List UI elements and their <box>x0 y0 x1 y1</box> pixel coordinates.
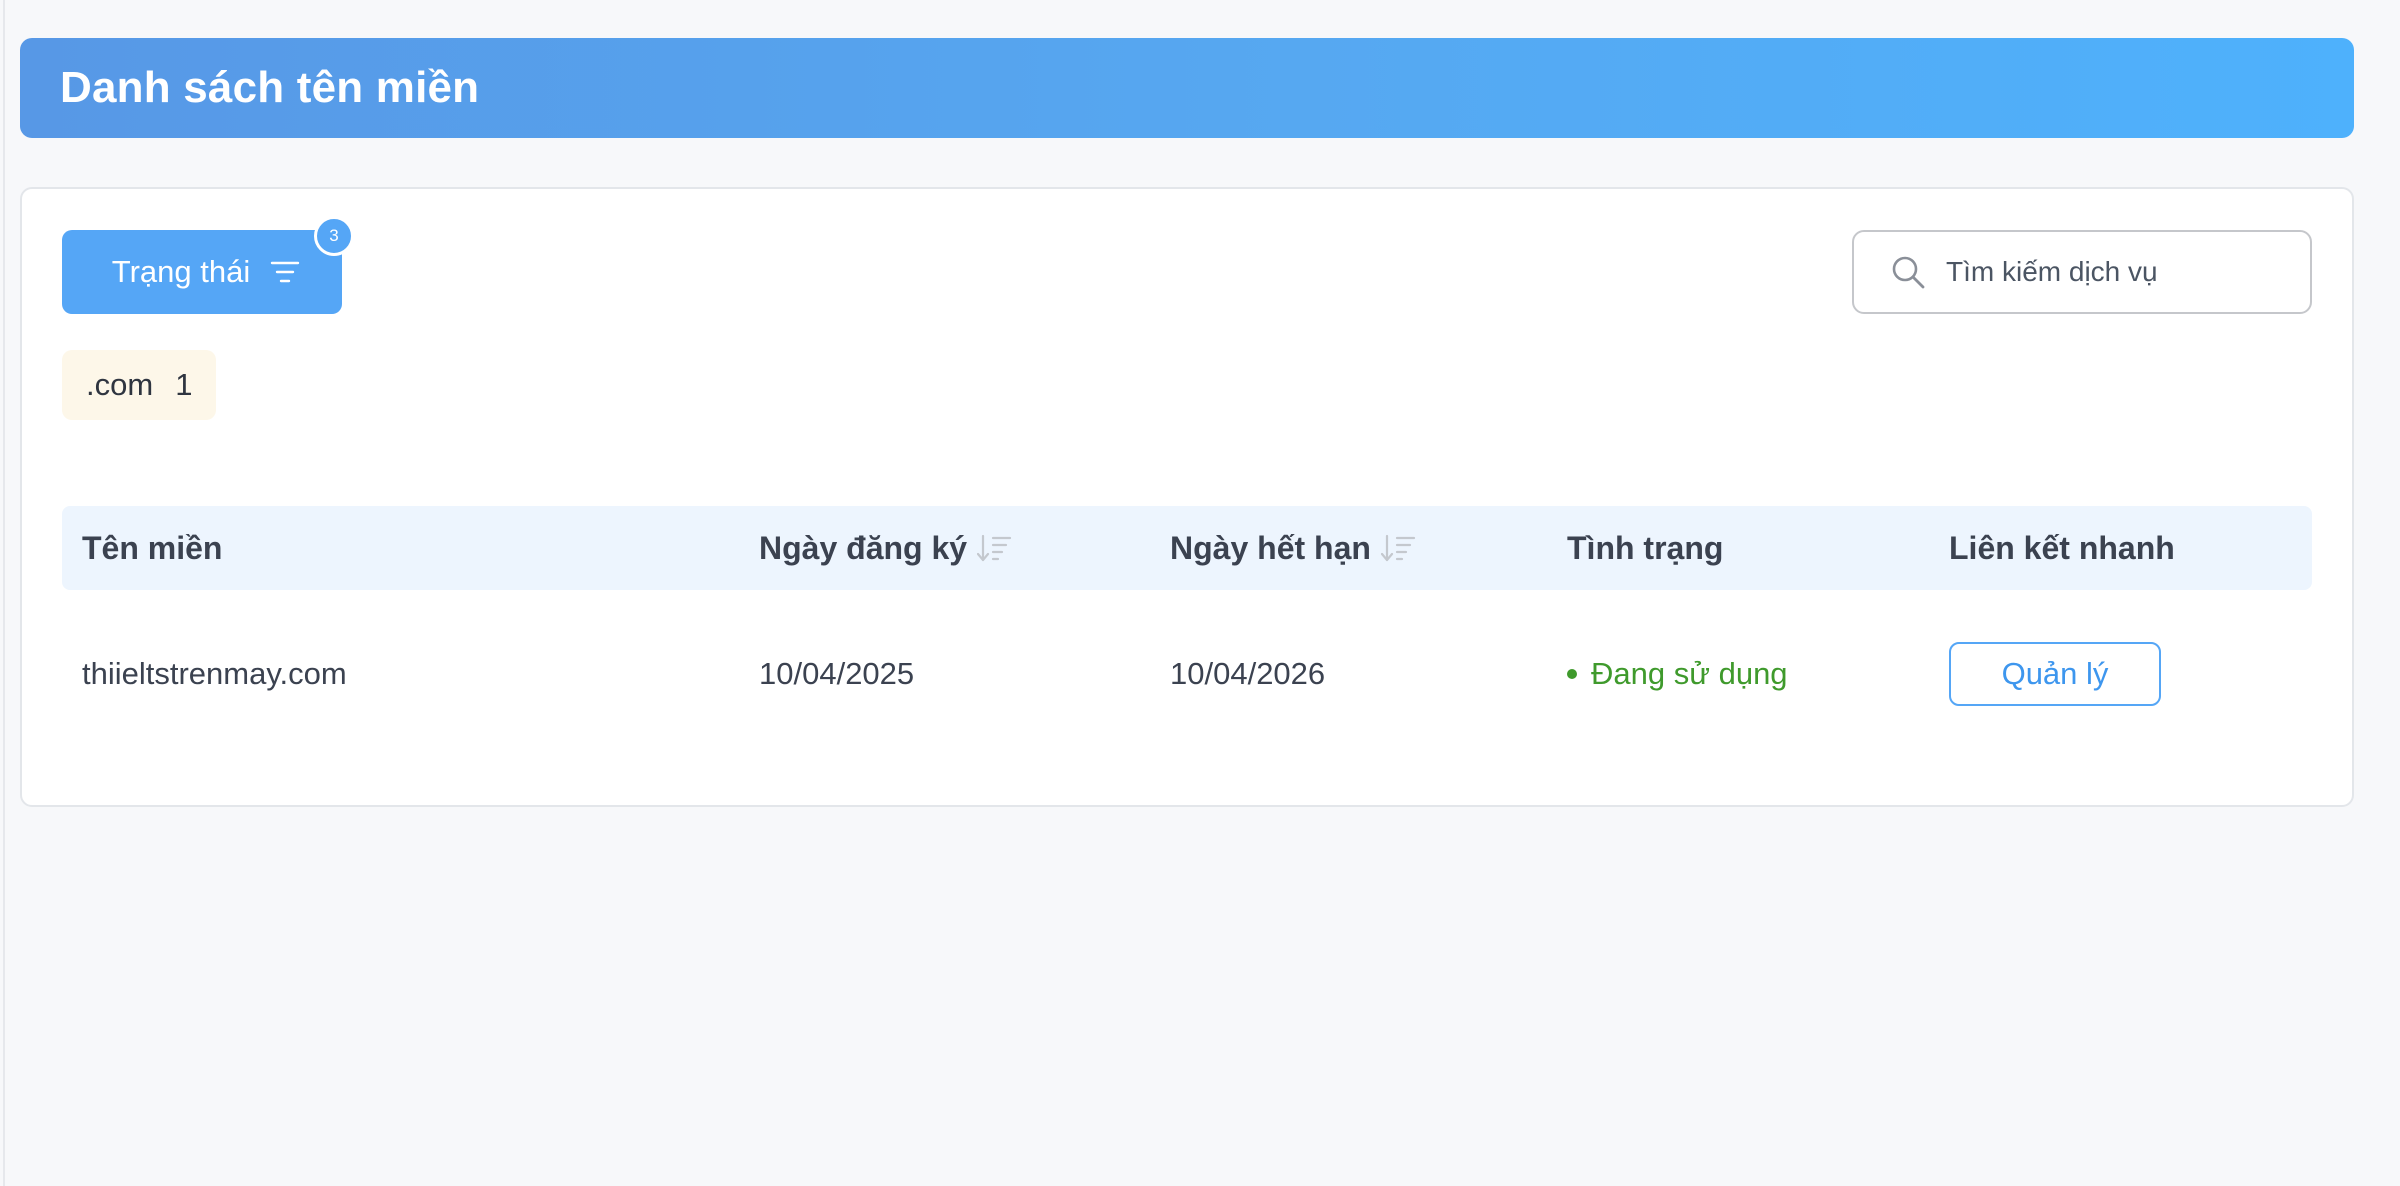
filter-count-badge: 3 <box>314 216 354 256</box>
column-header-label: Liên kết nhanh <box>1949 529 2175 566</box>
domain-list-panel: Trạng thái 3 .com 1 Tên miền Ngày đăng k… <box>20 187 2354 807</box>
tld-filter-count: 1 <box>175 367 193 402</box>
domain-table: Tên miền Ngày đăng ký Ngày hết hạn Tình … <box>62 506 2312 758</box>
sort-descending-icon[interactable] <box>977 532 1013 564</box>
search-icon <box>1892 256 1925 289</box>
left-divider <box>3 0 5 1186</box>
registered-date-cell: 10/04/2025 <box>759 656 915 691</box>
tld-filter-label: .com <box>86 367 154 402</box>
column-header-quick-links: Liên kết nhanh <box>1949 506 2175 590</box>
table-row: thiieltstrenmay.com 10/04/2025 10/04/202… <box>62 590 2312 758</box>
status-filter-label: Trạng thái <box>111 254 251 289</box>
search-box[interactable] <box>1852 230 2312 314</box>
search-input[interactable] <box>1944 255 2288 289</box>
sort-descending-icon[interactable] <box>1380 532 1417 564</box>
page-title: Danh sách tên miền <box>60 63 480 112</box>
status-cell: Đang sử dụng <box>1567 590 1788 758</box>
expiry-date-cell: 10/04/2026 <box>1170 656 1326 691</box>
table-header: Tên miền Ngày đăng ký Ngày hết hạn Tình … <box>62 506 2312 590</box>
column-header-expires[interactable]: Ngày hết hạn <box>1170 506 1417 590</box>
quick-link-cell: Quản lý <box>1949 590 2161 758</box>
domain-cell: thiieltstrenmay.com <box>82 656 347 691</box>
column-header-status: Tình trạng <box>1567 506 1723 590</box>
column-header-label: Tình trạng <box>1567 529 1724 566</box>
filter-lines-icon <box>271 261 300 283</box>
tld-filter-chip[interactable]: .com 1 <box>62 350 217 420</box>
column-header-label: Ngày hết hạn <box>1170 529 1371 566</box>
status-dot-icon <box>1567 669 1577 679</box>
column-header-domain: Tên miền <box>82 506 222 590</box>
column-header-label: Tên miền <box>82 529 223 566</box>
status-filter-button[interactable]: Trạng thái 3 <box>62 216 354 314</box>
column-header-registered[interactable]: Ngày đăng ký <box>759 506 1013 590</box>
manage-button[interactable]: Quản lý <box>1949 642 2161 706</box>
column-header-label: Ngày đăng ký <box>759 529 968 566</box>
status-label: Đang sử dụng <box>1591 656 1788 691</box>
page-header: Danh sách tên miền <box>20 38 2354 138</box>
